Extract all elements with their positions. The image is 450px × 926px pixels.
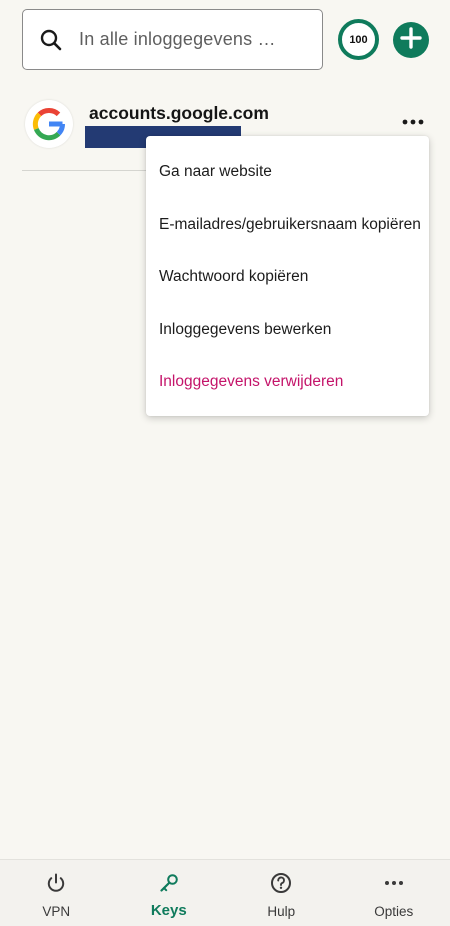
tab-vpn[interactable]: VPN	[0, 860, 113, 926]
tab-options-label: Opties	[374, 904, 414, 919]
power-icon	[45, 872, 67, 899]
more-horizontal-icon	[383, 872, 405, 899]
context-menu: Ga naar website E-mailadres/gebruikersna…	[146, 136, 429, 416]
tab-help-label: Hulp	[267, 904, 296, 919]
search-icon	[23, 28, 79, 52]
bottom-navigation: VPN Keys Hulp Opties	[0, 859, 450, 926]
tab-vpn-label: VPN	[42, 904, 71, 919]
password-score-badge[interactable]: 100	[338, 19, 379, 60]
password-score-value: 100	[349, 33, 368, 46]
key-icon	[158, 872, 180, 899]
menu-item-copy-password[interactable]: Wachtwoord kopiëren	[146, 251, 429, 304]
menu-item-copy-username[interactable]: E-mailadres/gebruikersnaam kopiëren	[146, 199, 429, 252]
google-logo-icon	[25, 100, 73, 148]
entry-domain: accounts.google.com	[89, 103, 269, 123]
divider	[22, 170, 146, 171]
more-horizontal-icon[interactable]	[400, 114, 426, 130]
plus-icon	[400, 26, 422, 54]
search-placeholder: In alle inloggegevens …	[79, 29, 276, 49]
menu-item-delete-login[interactable]: Inloggegevens verwijderen	[146, 356, 429, 409]
tab-keys[interactable]: Keys	[113, 860, 226, 926]
tab-options[interactable]: Opties	[338, 860, 450, 926]
tab-help[interactable]: Hulp	[225, 860, 338, 926]
menu-item-go-to-website[interactable]: Ga naar website	[146, 146, 429, 199]
add-login-button[interactable]	[393, 22, 429, 58]
search-field[interactable]: In alle inloggegevens …	[22, 9, 323, 70]
menu-item-edit-login[interactable]: Inloggegevens bewerken	[146, 304, 429, 357]
tab-keys-label: Keys	[150, 902, 187, 919]
help-circle-icon	[270, 872, 292, 899]
